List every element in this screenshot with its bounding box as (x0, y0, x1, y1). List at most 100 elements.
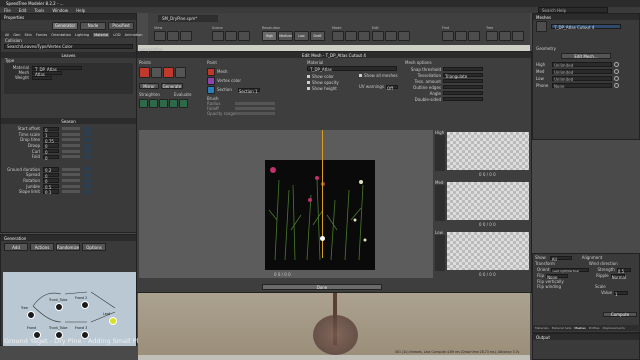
graph-node[interactable]: Leaf (103, 312, 117, 325)
atlas-texture[interactable] (265, 160, 375, 270)
mode-tool-icon[interactable] (332, 31, 344, 41)
property-value[interactable]: 0 (43, 143, 59, 149)
uv-canvas-area[interactable]: 0 0 / 0 0 (139, 130, 433, 278)
bottom-tab-displacements[interactable]: Displacements (603, 326, 625, 330)
curve-icon[interactable] (83, 178, 91, 183)
mesh-option-field[interactable] (443, 91, 483, 95)
prop-tab-material[interactable]: Material (93, 32, 110, 37)
view-tool-icon[interactable] (154, 31, 166, 41)
brush-slider[interactable] (235, 107, 275, 110)
tree-tool-icon[interactable] (486, 31, 498, 41)
edit-tool-icon[interactable] (385, 31, 397, 41)
resolution-draft[interactable]: Draft (310, 31, 325, 41)
tree-tool-icon[interactable] (499, 31, 511, 41)
menu-tools[interactable]: Tools (34, 8, 44, 13)
view-tool-icon[interactable] (180, 31, 192, 41)
prop-tab-lod[interactable]: LOD (113, 33, 120, 37)
property-slider[interactable] (62, 167, 80, 171)
resolution-high[interactable]: High (262, 31, 277, 41)
lod-row-select[interactable]: Unlimited (552, 76, 612, 82)
bottom-tab-meshes[interactable]: Meshes (574, 326, 585, 330)
prop-tab-gen[interactable]: Gen (13, 33, 20, 37)
straighten-tool-icon[interactable] (139, 99, 148, 108)
property-slider[interactable] (62, 149, 80, 153)
section-select[interactable]: Section 1 (237, 87, 260, 94)
lod-option-icon[interactable] (614, 76, 619, 81)
brush-slider[interactable] (235, 112, 275, 115)
scale-value-field[interactable]: 1 (613, 290, 628, 297)
straighten-tool-icon[interactable] (169, 99, 178, 108)
point-tool-icon[interactable] (175, 67, 186, 78)
menu-window[interactable]: Window (52, 8, 68, 13)
edit-tool-icon[interactable] (398, 31, 410, 41)
flip-select[interactable]: None (546, 273, 569, 280)
gen-tab-generator[interactable]: Generator (52, 21, 78, 30)
mesh-list-item[interactable]: T_DP_Atlas Cutout 4 (551, 23, 621, 30)
property-slider[interactable] (62, 190, 80, 194)
property-value[interactable]: 0 (43, 172, 59, 179)
mirror-button[interactable]: Mirror (139, 83, 159, 89)
menu-edit[interactable]: Edit (19, 8, 27, 13)
prop-tab-forces[interactable]: Forces (36, 33, 47, 37)
edit-mesh-button[interactable]: Edit Mesh... (561, 53, 611, 59)
paint-mode-vertex-color[interactable]: Vertex color (207, 76, 302, 85)
strength-field[interactable]: 0.5 (616, 267, 631, 274)
property-slider[interactable] (62, 155, 80, 159)
straighten-tool-icon[interactable] (149, 99, 158, 108)
actions-button[interactable]: Actions (30, 243, 54, 251)
property-value[interactable]: 0.75 (43, 137, 59, 144)
property-value[interactable]: 0 (43, 178, 59, 184)
pivot-point[interactable] (320, 236, 325, 241)
brush-slider[interactable] (235, 102, 275, 105)
property-slider[interactable] (62, 184, 80, 188)
menu-help[interactable]: Help (76, 8, 85, 13)
graph-node[interactable]: Tree (21, 306, 35, 319)
curve-icon[interactable] (83, 137, 91, 142)
curve-icon[interactable] (83, 154, 91, 159)
generate-button[interactable]: Generate (161, 83, 183, 89)
lod-preview-high[interactable]: High 0 0 / 0 0 (435, 130, 531, 178)
lod-row-select[interactable]: Unlimited (552, 62, 612, 68)
property-value[interactable]: 0.5 (43, 183, 59, 190)
scene-tool-icon[interactable] (225, 31, 237, 41)
property-slider[interactable] (62, 127, 80, 131)
point-tool-icon[interactable] (151, 67, 162, 78)
alignment-checkbox[interactable]: Alignment (582, 255, 603, 260)
mesh-option-field[interactable]: Triangulate (443, 73, 483, 79)
lod-option-icon[interactable] (614, 83, 619, 88)
uv-warnings-select[interactable]: Off (386, 84, 399, 91)
mesh-option-field[interactable] (443, 85, 483, 89)
paint-mode-mesh[interactable]: Mesh (207, 67, 302, 76)
find-tool-icon[interactable] (442, 31, 454, 41)
property-slider[interactable] (62, 138, 80, 142)
lod-row-select[interactable]: Unlimited (552, 69, 612, 75)
prop-tab-lighting[interactable]: Lighting (75, 33, 89, 37)
bottom-tab-materials[interactable]: Materials (535, 326, 549, 330)
hand-icon[interactable] (536, 20, 547, 32)
material-select[interactable]: T_DP_Atlas (32, 65, 82, 72)
scene-tool-icon[interactable] (212, 31, 224, 41)
bottom-tab-material-sets[interactable]: Material Sets (552, 326, 572, 330)
curve-icon[interactable] (83, 143, 91, 148)
prop-tab-all[interactable]: All (5, 33, 9, 37)
mesh-select[interactable]: Atlas (32, 70, 62, 77)
lod-option-icon[interactable] (614, 62, 619, 67)
curve-icon[interactable] (83, 167, 91, 172)
file-tab[interactable]: SM_DryPine.spm* (158, 15, 218, 22)
straighten-tool-icon[interactable] (159, 99, 168, 108)
compute-button[interactable]: Compute (603, 312, 637, 317)
edit-tool-icon[interactable] (372, 31, 384, 41)
straighten-tool-icon[interactable] (179, 99, 188, 108)
prop-tab-animation[interactable]: Animation (125, 33, 143, 37)
mesh-option-field[interactable] (443, 67, 483, 71)
graph-node[interactable]: Trunk_Tube (49, 298, 67, 311)
lod-preview-low[interactable]: Low 0 0 / 0 0 (435, 230, 531, 278)
lod-option-icon[interactable] (614, 69, 619, 74)
curve-icon[interactable] (83, 184, 91, 189)
menu-file[interactable]: File (4, 8, 11, 13)
material-dropdown[interactable]: T_DP_Atlas (307, 66, 397, 72)
graph-node[interactable]: Frond 2 (75, 296, 89, 309)
property-slider[interactable] (62, 173, 80, 177)
prop-tab-orientation[interactable]: Orientation (51, 33, 71, 37)
bottom-tab-profiles[interactable]: Profiles (589, 326, 600, 330)
